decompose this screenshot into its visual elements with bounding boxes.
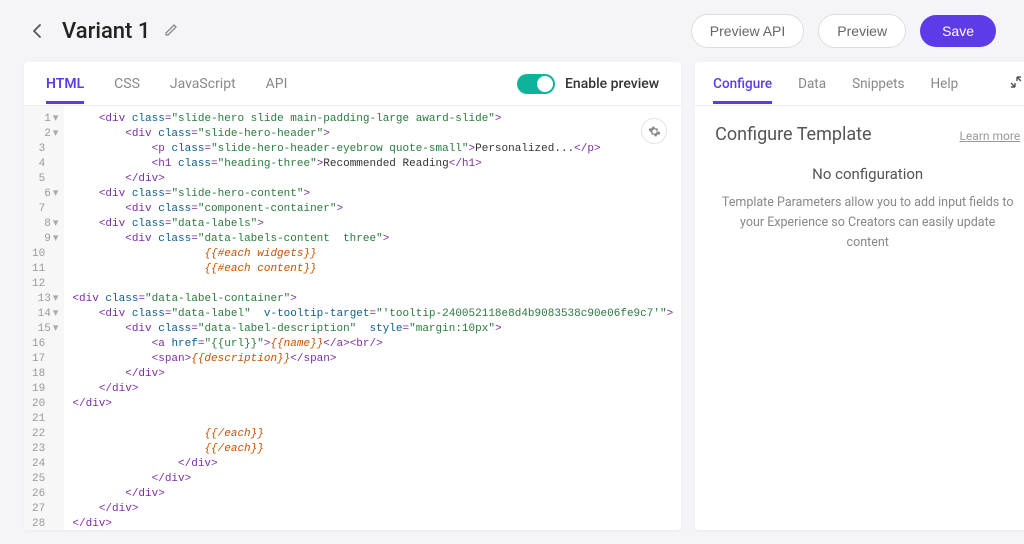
code-line[interactable]: <div class="data-labels"> [72,217,673,232]
code-line[interactable]: <p class="slide-hero-header-eyebrow quot… [72,142,673,157]
gutter-line: 1▾ [32,112,58,127]
editor-panel: HTML CSS JavaScript API Enable preview 1… [24,62,681,530]
save-button[interactable]: Save [920,15,996,47]
gutter-line: 13▾ [32,292,58,307]
toggle-label: Enable preview [565,76,659,92]
gutter-line: 28 [32,517,58,530]
no-configuration-heading: No configuration [715,165,1020,183]
code-line[interactable]: {{#each widgets}} [72,247,673,262]
editor-code-area[interactable]: <div class="slide-hero slide main-paddin… [64,106,681,530]
toggle-switch[interactable] [517,74,555,94]
code-line[interactable]: <div class="data-label-container"> [72,292,673,307]
tab-data[interactable]: Data [798,64,826,104]
configuration-description: Template Parameters allow you to add inp… [715,193,1020,253]
gutter-line: 2▾ [32,127,58,142]
gutter-line: 10 [32,247,58,262]
gutter-line: 11 [32,262,58,277]
page-header: Variant 1 Preview API Preview Save [0,0,1024,62]
tab-help[interactable]: Help [931,64,959,104]
tab-configure[interactable]: Configure [713,64,772,104]
code-line[interactable]: <span>{{description}}</span> [72,352,673,367]
gutter-line: 22 [32,427,58,442]
code-line[interactable]: </div> [72,502,673,517]
gutter-line: 20 [32,397,58,412]
gutter-line: 24 [32,457,58,472]
gutter-line: 17 [32,352,58,367]
editor-settings-icon[interactable] [641,118,667,144]
gutter-line: 7 [32,202,58,217]
enable-preview-toggle[interactable]: Enable preview [517,74,659,94]
preview-button[interactable]: Preview [818,14,906,48]
code-line[interactable]: </div> [72,367,673,382]
code-line[interactable]: </div> [72,382,673,397]
gutter-line: 23 [32,442,58,457]
edit-title-icon[interactable] [164,23,180,39]
tab-css[interactable]: CSS [114,64,140,104]
tab-javascript[interactable]: JavaScript [170,64,236,104]
code-line[interactable] [72,412,673,427]
code-line[interactable]: <div class="data-label" v-tooltip-target… [72,307,673,322]
back-arrow-icon[interactable] [28,21,48,41]
code-line[interactable]: <div class="data-labels-content three"> [72,232,673,247]
gutter-line: 5 [32,172,58,187]
gutter-line: 6▾ [32,187,58,202]
preview-api-button[interactable]: Preview API [691,14,804,48]
gutter-line: 14▾ [32,307,58,322]
code-line[interactable]: </div> [72,397,673,412]
gutter-line: 3 [32,142,58,157]
gutter-line: 8▾ [32,217,58,232]
tab-api[interactable]: API [266,64,288,104]
code-editor[interactable]: 1▾2▾3 4 5 6▾7 8▾9▾10 11 12 13▾14▾15▾16 1… [24,106,681,530]
code-line[interactable]: </div> [72,457,673,472]
tab-html[interactable]: HTML [46,64,84,104]
code-line[interactable]: {{#each content}} [72,262,673,277]
gutter-line: 25 [32,472,58,487]
gutter-line: 27 [32,502,58,517]
gutter-line: 4 [32,157,58,172]
page-title: Variant 1 [62,19,150,44]
code-line[interactable]: </div> [72,172,673,187]
code-line[interactable]: {{/each}} [72,442,673,457]
tab-snippets[interactable]: Snippets [852,64,904,104]
gutter-line: 12 [32,277,58,292]
gutter-line: 18 [32,367,58,382]
editor-tabs: HTML CSS JavaScript API Enable preview [24,62,681,106]
collapse-panel-icon[interactable] [1010,76,1022,92]
gutter-line: 9▾ [32,232,58,247]
gutter-line: 26 [32,487,58,502]
code-line[interactable]: <div class="data-label-description" styl… [72,322,673,337]
gutter-line: 15▾ [32,322,58,337]
gutter-line: 16 [32,337,58,352]
learn-more-link[interactable]: Learn more [959,129,1020,143]
code-line[interactable]: </div> [72,517,673,530]
code-line[interactable]: <div class="component-container"> [72,202,673,217]
code-line[interactable]: <div class="slide-hero slide main-paddin… [72,112,673,127]
code-line[interactable]: </div> [72,487,673,502]
code-line[interactable] [72,277,673,292]
gutter-line: 21 [32,412,58,427]
code-line[interactable]: </div> [72,472,673,487]
code-line[interactable]: <h1 class="heading-three">Recommended Re… [72,157,673,172]
code-line[interactable]: <div class="slide-hero-content"> [72,187,673,202]
right-tabs: Configure Data Snippets Help [695,62,1024,106]
editor-gutter: 1▾2▾3 4 5 6▾7 8▾9▾10 11 12 13▾14▾15▾16 1… [24,106,64,530]
code-line[interactable]: <a href="{{url}}">{{name}}</a><br/> [72,337,673,352]
configure-panel: Configure Data Snippets Help Configure T… [695,62,1024,530]
gutter-line: 19 [32,382,58,397]
code-line[interactable]: {{/each}} [72,427,673,442]
code-line[interactable]: <div class="slide-hero-header"> [72,127,673,142]
main-split: HTML CSS JavaScript API Enable preview 1… [0,62,1024,544]
configure-title: Configure Template [715,124,871,145]
configure-body: Configure Template Learn more No configu… [695,106,1024,271]
